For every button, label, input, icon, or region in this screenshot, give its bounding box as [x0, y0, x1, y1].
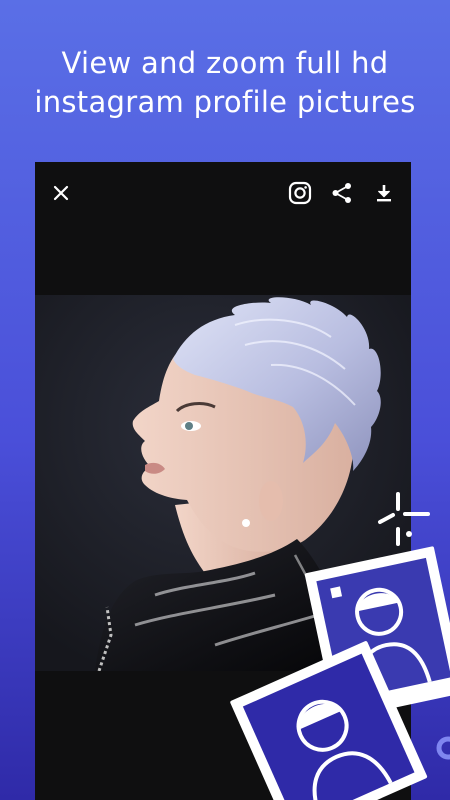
headline-line-2: instagram profile pictures — [34, 85, 416, 119]
ring-decoration — [436, 736, 450, 760]
promo-headline: View and zoom full hd instagram profile … — [0, 44, 450, 122]
instagram-icon — [288, 181, 312, 205]
image-viewer — [35, 162, 411, 800]
download-icon — [377, 185, 391, 202]
share-button[interactable] — [327, 178, 357, 208]
profile-picture[interactable] — [35, 295, 411, 671]
share-icon — [332, 183, 351, 203]
open-instagram-button[interactable] — [285, 178, 315, 208]
headline-line-1: View and zoom full hd — [61, 46, 389, 80]
close-icon — [53, 185, 69, 201]
close-button[interactable] — [46, 178, 76, 208]
download-button[interactable] — [369, 178, 399, 208]
